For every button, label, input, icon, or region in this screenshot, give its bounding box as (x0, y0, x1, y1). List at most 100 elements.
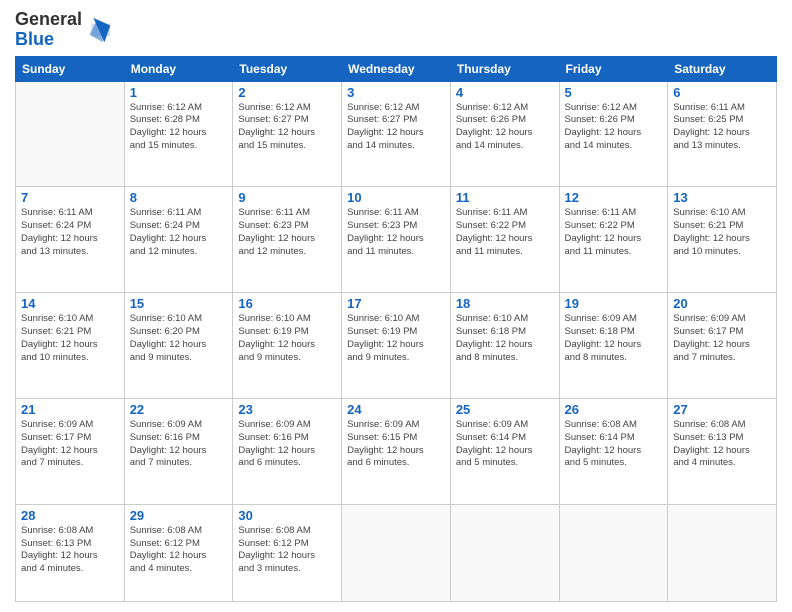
day-info: Sunrise: 6:11 AM Sunset: 6:24 PM Dayligh… (130, 207, 228, 258)
calendar-cell: 23 Sunrise: 6:09 AM Sunset: 6:16 PM Dayli… (233, 399, 342, 505)
day-number: 11 (456, 190, 554, 205)
page: General Blue SundayMondayTuesdayWednesda… (0, 0, 792, 612)
day-header-thursday: Thursday (450, 56, 559, 81)
day-info: Sunrise: 6:09 AM Sunset: 6:16 PM Dayligh… (130, 419, 228, 470)
day-number: 15 (130, 296, 228, 311)
day-info: Sunrise: 6:11 AM Sunset: 6:25 PM Dayligh… (673, 102, 771, 153)
day-number: 7 (21, 190, 119, 205)
day-info: Sunrise: 6:08 AM Sunset: 6:13 PM Dayligh… (673, 419, 771, 470)
calendar-cell: 15 Sunrise: 6:10 AM Sunset: 6:20 PM Dayli… (124, 293, 233, 399)
day-number: 19 (565, 296, 663, 311)
day-number: 16 (238, 296, 336, 311)
calendar-cell (450, 504, 559, 601)
calendar-cell: 18 Sunrise: 6:10 AM Sunset: 6:18 PM Dayli… (450, 293, 559, 399)
day-number: 24 (347, 402, 445, 417)
day-info: Sunrise: 6:09 AM Sunset: 6:17 PM Dayligh… (673, 313, 771, 364)
calendar-cell: 16Sunrise: 6:10 AM Sunset: 6:19 PM Dayli… (233, 293, 342, 399)
logo-blue: Blue (15, 29, 54, 49)
day-number: 27 (673, 402, 771, 417)
calendar-cell (668, 504, 777, 601)
day-info: Sunrise: 6:10 AM Sunset: 6:21 PM Dayligh… (21, 313, 119, 364)
day-info: Sunrise: 6:08 AM Sunset: 6:13 PM Dayligh… (21, 525, 119, 576)
calendar-cell: 1 Sunrise: 6:12 AM Sunset: 6:28 PM Daylig… (124, 81, 233, 187)
day-number: 29 (130, 508, 228, 523)
calendar-cell: 21 Sunrise: 6:09 AM Sunset: 6:17 PM Dayli… (16, 399, 125, 505)
day-number: 30 (238, 508, 336, 523)
day-number: 26 (565, 402, 663, 417)
day-number: 22 (130, 402, 228, 417)
calendar-cell: 8 Sunrise: 6:11 AM Sunset: 6:24 PM Daylig… (124, 187, 233, 293)
calendar-header-row: SundayMondayTuesdayWednesdayThursdayFrid… (16, 56, 777, 81)
day-header-wednesday: Wednesday (342, 56, 451, 81)
day-info: Sunrise: 6:08 AM Sunset: 6:12 PM Dayligh… (130, 525, 228, 576)
day-header-monday: Monday (124, 56, 233, 81)
calendar-cell: 24 Sunrise: 6:09 AM Sunset: 6:15 PM Dayli… (342, 399, 451, 505)
day-info: Sunrise: 6:10 AM Sunset: 6:18 PM Dayligh… (456, 313, 554, 364)
calendar-cell: 4 Sunrise: 6:12 AM Sunset: 6:26 PM Daylig… (450, 81, 559, 187)
calendar-cell: 19 Sunrise: 6:09 AM Sunset: 6:18 PM Dayli… (559, 293, 668, 399)
day-info: Sunrise: 6:11 AM Sunset: 6:22 PM Dayligh… (565, 207, 663, 258)
calendar-cell: 29 Sunrise: 6:08 AM Sunset: 6:12 PM Dayli… (124, 504, 233, 601)
day-number: 9 (238, 190, 336, 205)
day-info: Sunrise: 6:09 AM Sunset: 6:18 PM Dayligh… (565, 313, 663, 364)
calendar-cell: 7 Sunrise: 6:11 AM Sunset: 6:24 PM Daylig… (16, 187, 125, 293)
day-info: Sunrise: 6:10 AM Sunset: 6:19 PM Dayligh… (347, 313, 445, 364)
calendar-cell: 10 Sunrise: 6:11 AM Sunset: 6:23 PM Dayli… (342, 187, 451, 293)
day-number: 21 (21, 402, 119, 417)
day-header-tuesday: Tuesday (233, 56, 342, 81)
day-number: 3 (347, 85, 445, 100)
day-info: Sunrise: 6:11 AM Sunset: 6:23 PM Dayligh… (238, 207, 336, 258)
day-number: 25 (456, 402, 554, 417)
day-number: 18 (456, 296, 554, 311)
day-number: 8 (130, 190, 228, 205)
day-info: Sunrise: 6:12 AM Sunset: 6:28 PM Dayligh… (130, 102, 228, 153)
day-info: Sunrise: 6:09 AM Sunset: 6:17 PM Dayligh… (21, 419, 119, 470)
logo: General Blue (15, 10, 112, 50)
day-number: 23 (238, 402, 336, 417)
calendar-cell: 17 Sunrise: 6:10 AM Sunset: 6:19 PM Dayli… (342, 293, 451, 399)
day-header-friday: Friday (559, 56, 668, 81)
day-info: Sunrise: 6:10 AM Sunset: 6:20 PM Dayligh… (130, 313, 228, 364)
day-number: 5 (565, 85, 663, 100)
day-info: Sunrise: 6:12 AM Sunset: 6:27 PM Dayligh… (238, 102, 336, 153)
header: General Blue (15, 10, 777, 50)
day-info: Sunrise: 6:10 AM Sunset: 6:21 PM Dayligh… (673, 207, 771, 258)
day-number: 10 (347, 190, 445, 205)
calendar-cell (16, 81, 125, 187)
day-number: 17 (347, 296, 445, 311)
day-number: 1 (130, 85, 228, 100)
day-header-saturday: Saturday (668, 56, 777, 81)
calendar-cell: 5 Sunrise: 6:12 AM Sunset: 6:26 PM Daylig… (559, 81, 668, 187)
calendar-cell: 30 Sunrise: 6:08 AM Sunset: 6:12 PM Dayli… (233, 504, 342, 601)
calendar-cell (342, 504, 451, 601)
day-number: 28 (21, 508, 119, 523)
day-info: Sunrise: 6:09 AM Sunset: 6:15 PM Dayligh… (347, 419, 445, 470)
day-info: Sunrise: 6:11 AM Sunset: 6:22 PM Dayligh… (456, 207, 554, 258)
day-info: Sunrise: 6:08 AM Sunset: 6:14 PM Dayligh… (565, 419, 663, 470)
day-info: Sunrise: 6:09 AM Sunset: 6:16 PM Dayligh… (238, 419, 336, 470)
calendar-cell: 11 Sunrise: 6:11 AM Sunset: 6:22 PM Dayli… (450, 187, 559, 293)
day-number: 6 (673, 85, 771, 100)
calendar-cell: 25 Sunrise: 6:09 AM Sunset: 6:14 PM Dayli… (450, 399, 559, 505)
day-number: 2 (238, 85, 336, 100)
day-header-sunday: Sunday (16, 56, 125, 81)
day-info: Sunrise: 6:12 AM Sunset: 6:27 PM Dayligh… (347, 102, 445, 153)
calendar-cell: 9 Sunrise: 6:11 AM Sunset: 6:23 PM Daylig… (233, 187, 342, 293)
day-info: Sunrise: 6:12 AM Sunset: 6:26 PM Dayligh… (456, 102, 554, 153)
day-number: 4 (456, 85, 554, 100)
calendar-cell: 3 Sunrise: 6:12 AM Sunset: 6:27 PM Daylig… (342, 81, 451, 187)
calendar-cell: 22 Sunrise: 6:09 AM Sunset: 6:16 PM Dayli… (124, 399, 233, 505)
calendar-cell: 27 Sunrise: 6:08 AM Sunset: 6:13 PM Dayli… (668, 399, 777, 505)
logo-text: General Blue (15, 10, 82, 50)
calendar-cell: 26 Sunrise: 6:08 AM Sunset: 6:14 PM Dayli… (559, 399, 668, 505)
day-info: Sunrise: 6:09 AM Sunset: 6:14 PM Dayligh… (456, 419, 554, 470)
day-info: Sunrise: 6:11 AM Sunset: 6:23 PM Dayligh… (347, 207, 445, 258)
calendar-cell (559, 504, 668, 601)
calendar-cell: 13Sunrise: 6:10 AM Sunset: 6:21 PM Dayli… (668, 187, 777, 293)
day-number: 12 (565, 190, 663, 205)
calendar: SundayMondayTuesdayWednesdayThursdayFrid… (15, 56, 777, 602)
day-info: Sunrise: 6:11 AM Sunset: 6:24 PM Dayligh… (21, 207, 119, 258)
calendar-cell: 6 Sunrise: 6:11 AM Sunset: 6:25 PM Daylig… (668, 81, 777, 187)
day-info: Sunrise: 6:12 AM Sunset: 6:26 PM Dayligh… (565, 102, 663, 153)
day-info: Sunrise: 6:08 AM Sunset: 6:12 PM Dayligh… (238, 525, 336, 576)
